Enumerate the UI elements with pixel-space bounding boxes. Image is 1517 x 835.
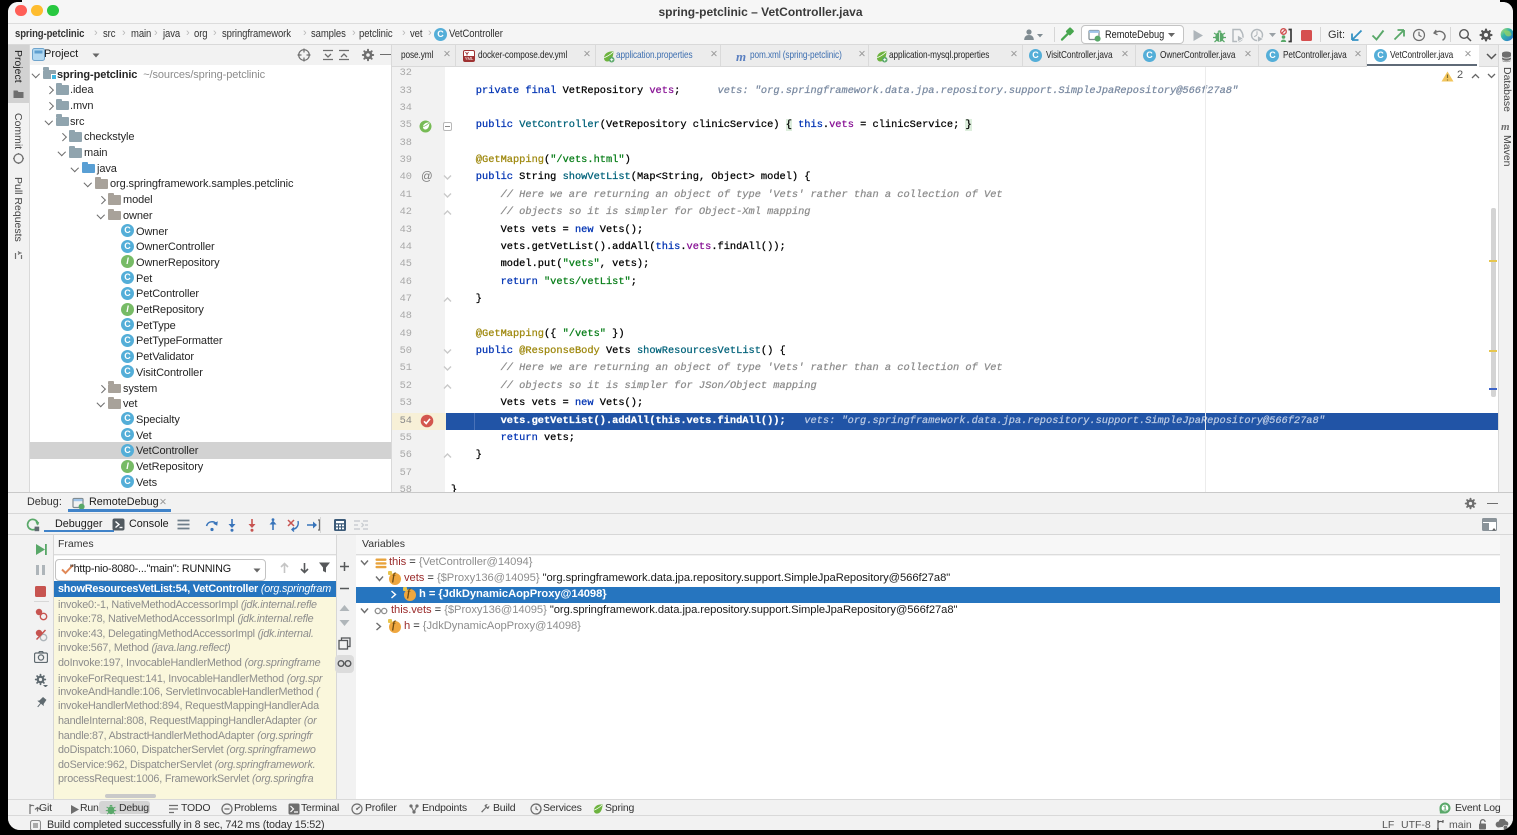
svg-text:YML: YML [465, 56, 474, 61]
svg-text:1: 1 [1443, 803, 1447, 812]
